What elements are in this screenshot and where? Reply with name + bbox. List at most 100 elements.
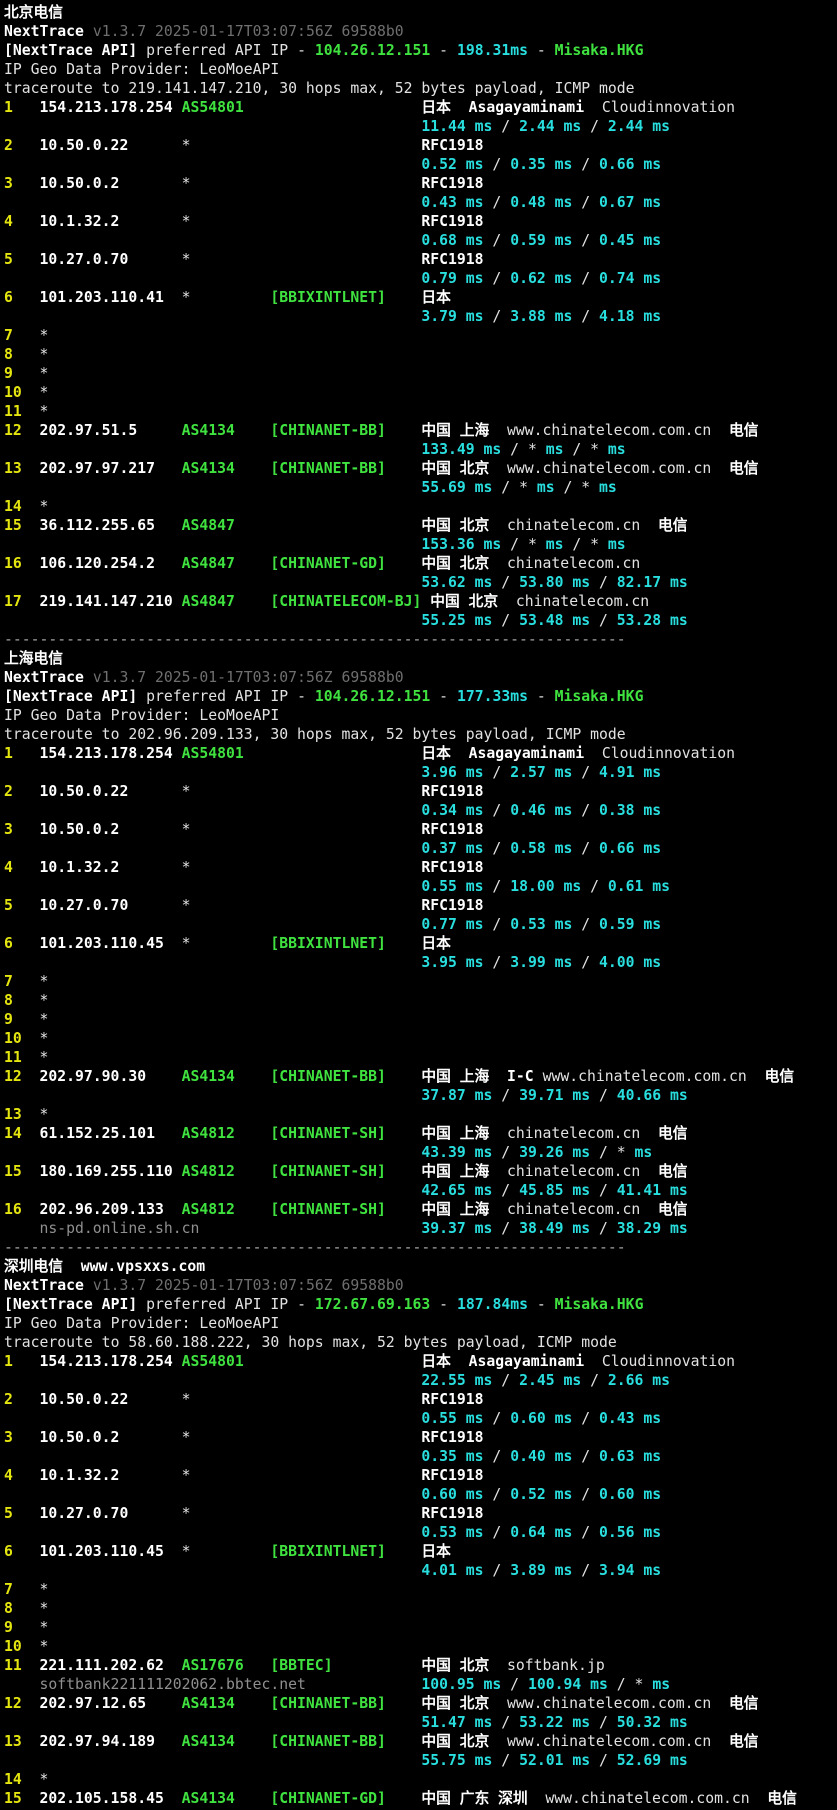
geo-segment: I-C bbox=[507, 1068, 534, 1085]
text-segment: / bbox=[572, 308, 600, 325]
geo-segment: 日本 bbox=[421, 1353, 451, 1370]
text-segment bbox=[63, 1258, 81, 1275]
hop-number: 3 bbox=[4, 820, 13, 839]
separator: ----------------------------------------… bbox=[4, 631, 626, 648]
latency-value: 0.52 ms bbox=[421, 156, 484, 173]
api-node: Misaka.HKG bbox=[554, 42, 644, 59]
latency-value: 11.44 ms bbox=[421, 118, 493, 135]
section-title: 北京电信 bbox=[4, 4, 63, 21]
hop-number: 13 bbox=[4, 1105, 22, 1124]
geo-segment: 中国 北京 bbox=[421, 555, 490, 572]
separator-line: ----------------------------------------… bbox=[4, 1238, 837, 1257]
hop-ip: 219.141.147.210 bbox=[40, 592, 173, 611]
latency-value: 42.65 ms bbox=[421, 1182, 493, 1199]
text-segment: 202.96.209.133 bbox=[39, 1201, 164, 1218]
hop-asn: * bbox=[182, 250, 191, 269]
hop-asn: * bbox=[182, 934, 191, 953]
hop-latency: 0.68 ms / 0.59 ms / 0.45 ms bbox=[421, 231, 661, 250]
text-segment: 8 bbox=[4, 992, 13, 1009]
latency-value: 2.44 ms bbox=[519, 118, 582, 135]
latency-value: 41.41 ms bbox=[616, 1182, 688, 1199]
text-segment: [CHINANET-BB] bbox=[270, 1695, 386, 1712]
geo-segment: 日本 bbox=[421, 745, 451, 762]
geo-provider-line: IP Geo Data Provider: LeoMoeAPI bbox=[4, 1314, 837, 1333]
text-segment: 10.27.0.70 bbox=[39, 897, 129, 914]
text-segment: ns-pd.online.sh.cn bbox=[39, 1220, 200, 1237]
text-segment: 14 bbox=[4, 1771, 22, 1788]
text-segment: * bbox=[527, 441, 537, 458]
hop-ip: 36.112.255.65 bbox=[40, 516, 155, 535]
text-segment: 2 bbox=[4, 783, 13, 800]
text-segment: 10.50.0.22 bbox=[39, 783, 129, 800]
hop-ip: 10.50.0.22 bbox=[40, 782, 129, 801]
text-segment: AS4134 bbox=[181, 422, 235, 439]
text-segment: 8 bbox=[4, 1600, 13, 1617]
version-line: NextTrace v1.3.7 2025-01-17T03:07:56Z 69… bbox=[4, 22, 837, 41]
text-segment: 202.105.158.45 bbox=[39, 1790, 164, 1807]
text-segment: 106.120.254.2 bbox=[39, 555, 155, 572]
latency-value: 0.43 ms bbox=[599, 1410, 662, 1427]
latency-value: 2.66 ms bbox=[607, 1372, 671, 1389]
hop-latency-line: 0.35 ms / 0.40 ms / 0.63 ms bbox=[4, 1447, 837, 1466]
text-segment: / bbox=[483, 954, 511, 971]
api-prefix: [NextTrace API] bbox=[4, 688, 138, 705]
geo-segment: 中国 北京 bbox=[421, 1695, 490, 1712]
text-segment: 10.1.32.2 bbox=[39, 1467, 120, 1484]
hop-latency-line: 37.87 ms / 39.71 ms / 40.66 ms bbox=[4, 1086, 837, 1105]
text-segment: [CHINATELECOM-BJ] bbox=[270, 593, 422, 610]
hop-geo: 中国 北京 www.chinatelecom.com.cn 电信 bbox=[421, 1732, 758, 1751]
geo-segment: www.chinatelecom.com.cn bbox=[545, 1790, 750, 1807]
hop-latency-line: 4.01 ms / 3.89 ms / 3.94 ms bbox=[4, 1561, 837, 1580]
hop-latency: 0.35 ms / 0.40 ms / 0.63 ms bbox=[421, 1447, 661, 1466]
geo-segment: 中国 上海 bbox=[421, 422, 490, 439]
trace-info-line: traceroute to 219.141.147.210, 30 hops m… bbox=[4, 79, 837, 98]
trace-info: traceroute to 219.141.147.210, 30 hops m… bbox=[4, 80, 635, 97]
text-segment: 2 bbox=[4, 1391, 13, 1408]
api-node: Misaka.HKG bbox=[554, 688, 644, 705]
text-segment: 12 bbox=[4, 1695, 22, 1712]
text-segment: / bbox=[483, 1486, 511, 1503]
hop-ip: 202.97.12.65 bbox=[40, 1694, 147, 1713]
text-segment: * bbox=[616, 1144, 626, 1161]
hop-latency: 0.79 ms / 0.62 ms / 0.74 ms bbox=[421, 269, 661, 288]
hop-line: 16 202.96.209.133 AS4812 [CHINANET-SH] 中国 上海… bbox=[4, 1200, 837, 1219]
text-segment: * bbox=[39, 403, 49, 420]
text-segment: AS4812 bbox=[181, 1201, 235, 1218]
hop-latency-line: 0.53 ms / 0.64 ms / 0.56 ms bbox=[4, 1523, 837, 1542]
hop-tag: [BBIXINTLNET] bbox=[270, 288, 385, 307]
geo-segment: softbank.jp bbox=[507, 1657, 605, 1674]
text-segment: / bbox=[590, 1220, 617, 1237]
text-segment: / bbox=[483, 194, 511, 211]
text-segment: 219.141.147.210 bbox=[39, 593, 173, 610]
geo-segment: Cloudinnovation bbox=[601, 1353, 736, 1370]
hop-asn: AS17676 bbox=[182, 1656, 244, 1675]
hop-geo: RFC1918 bbox=[421, 212, 483, 231]
text-segment: * bbox=[181, 289, 191, 306]
hop-geo: RFC1918 bbox=[421, 858, 483, 877]
hop-geo: RFC1918 bbox=[421, 896, 483, 915]
text-segment: 14 bbox=[4, 498, 22, 515]
hop-latency: 3.79 ms / 3.88 ms / 4.18 ms bbox=[421, 307, 661, 326]
hop-asn: AS54801 bbox=[182, 98, 244, 117]
text-segment: 7 bbox=[4, 973, 13, 990]
hop-asn: * bbox=[182, 1390, 191, 1409]
text-segment bbox=[711, 422, 729, 439]
hop-tag: [BBIXINTLNET] bbox=[270, 934, 385, 953]
hop-line: 13 * bbox=[4, 1105, 837, 1124]
hop-geo: 日本 bbox=[421, 288, 451, 307]
text-segment: / bbox=[483, 802, 511, 819]
text-segment: AS54801 bbox=[181, 99, 244, 116]
geo-segment: chinatelecom.cn bbox=[507, 517, 641, 534]
text-segment bbox=[584, 1353, 602, 1370]
hop-star: * bbox=[40, 1010, 49, 1029]
text-segment: [CHINANET-SH] bbox=[270, 1201, 386, 1218]
text-segment: / bbox=[590, 574, 617, 591]
hop-asn: AS54801 bbox=[182, 1352, 244, 1371]
hop-ip: 10.50.0.22 bbox=[40, 1390, 129, 1409]
latency-value: 0.60 ms bbox=[510, 1410, 573, 1427]
text-segment: * bbox=[39, 1011, 49, 1028]
text-segment: 15 bbox=[4, 1790, 22, 1807]
hop-asn: * bbox=[182, 174, 191, 193]
text-segment: * bbox=[39, 1638, 49, 1655]
hop-latency-line: ns-pd.online.sh.cn 39.37 ms / 38.49 ms / … bbox=[4, 1219, 837, 1238]
